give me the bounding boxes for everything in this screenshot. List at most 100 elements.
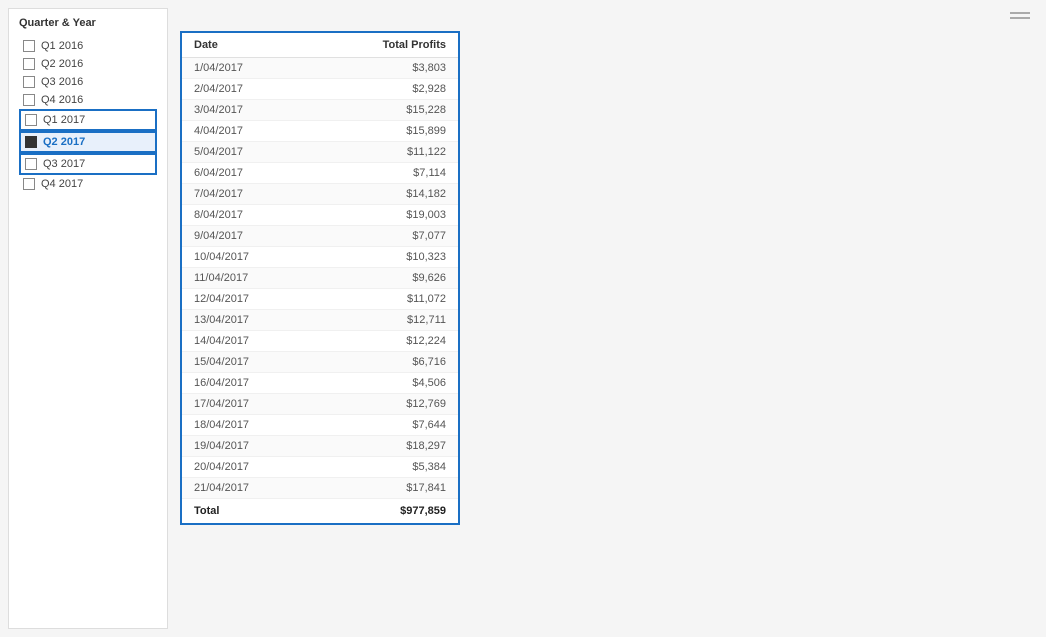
label-q2-2017: Q2 2017 xyxy=(43,136,85,148)
cell-profit-5: $7,114 xyxy=(313,163,458,184)
cell-date-18: 19/04/2017 xyxy=(182,436,313,457)
cell-profit-0: $3,803 xyxy=(313,58,458,79)
table-row: 13/04/2017$12,711 xyxy=(182,310,458,331)
checkbox-q4-2017[interactable] xyxy=(23,178,35,190)
cell-profit-9: $10,323 xyxy=(313,247,458,268)
cell-profit-6: $14,182 xyxy=(313,184,458,205)
col-date-header: Date xyxy=(182,33,313,58)
cell-date-3: 4/04/2017 xyxy=(182,121,313,142)
checkbox-q1-2017[interactable] xyxy=(25,114,37,126)
checkbox-q2-2016[interactable] xyxy=(23,58,35,70)
checkbox-q4-2016[interactable] xyxy=(23,94,35,106)
table-row: 2/04/2017$2,928 xyxy=(182,79,458,100)
cell-profit-20: $17,841 xyxy=(313,478,458,499)
table-row: 19/04/2017$18,297 xyxy=(182,436,458,457)
sidebar-panel: Quarter & Year Q1 2016 Q2 2016 Q3 2016 Q4 2… xyxy=(8,8,168,629)
cell-profit-15: $4,506 xyxy=(313,373,458,394)
cell-profit-2: $15,228 xyxy=(313,100,458,121)
cell-profit-14: $6,716 xyxy=(313,352,458,373)
cell-date-4: 5/04/2017 xyxy=(182,142,313,163)
checkbox-q1-2016[interactable] xyxy=(23,40,35,52)
cell-date-15: 16/04/2017 xyxy=(182,373,313,394)
table-total-row: Total $977,859 xyxy=(182,499,458,524)
cell-date-13: 14/04/2017 xyxy=(182,331,313,352)
table-row: 12/04/2017$11,072 xyxy=(182,289,458,310)
table-body: 1/04/2017$3,8032/04/2017$2,9283/04/2017$… xyxy=(182,58,458,499)
cell-profit-7: $19,003 xyxy=(313,205,458,226)
drag-line-1 xyxy=(1010,12,1030,14)
cell-date-5: 6/04/2017 xyxy=(182,163,313,184)
cell-date-2: 3/04/2017 xyxy=(182,100,313,121)
data-table: Date Total Profits 1/04/2017$3,8032/04/2… xyxy=(182,33,458,523)
top-bar xyxy=(180,8,1038,23)
total-label: Total xyxy=(182,499,313,524)
sidebar-title: Quarter & Year xyxy=(19,17,157,29)
table-row: 1/04/2017$3,803 xyxy=(182,58,458,79)
sidebar-item-q3-2016[interactable]: Q3 2016 xyxy=(19,73,157,91)
label-q3-2016: Q3 2016 xyxy=(41,76,83,88)
cell-profit-17: $7,644 xyxy=(313,415,458,436)
cell-date-17: 18/04/2017 xyxy=(182,415,313,436)
table-row: 5/04/2017$11,122 xyxy=(182,142,458,163)
sidebar-item-q2-2017[interactable]: Q2 2017 xyxy=(19,131,157,153)
label-q1-2016: Q1 2016 xyxy=(41,40,83,52)
col-profits-header: Total Profits xyxy=(313,33,458,58)
table-header-row: Date Total Profits xyxy=(182,33,458,58)
cell-date-10: 11/04/2017 xyxy=(182,268,313,289)
page-container: Quarter & Year Q1 2016 Q2 2016 Q3 2016 Q4 2… xyxy=(0,0,1046,637)
cell-profit-3: $15,899 xyxy=(313,121,458,142)
label-q2-2016: Q2 2016 xyxy=(41,58,83,70)
table-row: 4/04/2017$15,899 xyxy=(182,121,458,142)
drag-line-2 xyxy=(1010,17,1030,19)
table-row: 11/04/2017$9,626 xyxy=(182,268,458,289)
cell-date-6: 7/04/2017 xyxy=(182,184,313,205)
sidebar-item-q2-2016[interactable]: Q2 2016 xyxy=(19,55,157,73)
label-q3-2017: Q3 2017 xyxy=(43,158,85,170)
table-row: 14/04/2017$12,224 xyxy=(182,331,458,352)
cell-profit-19: $5,384 xyxy=(313,457,458,478)
sidebar-item-q1-2016[interactable]: Q1 2016 xyxy=(19,37,157,55)
table-row: 17/04/2017$12,769 xyxy=(182,394,458,415)
cell-date-7: 8/04/2017 xyxy=(182,205,313,226)
cell-date-8: 9/04/2017 xyxy=(182,226,313,247)
cell-date-12: 13/04/2017 xyxy=(182,310,313,331)
label-q4-2016: Q4 2016 xyxy=(41,94,83,106)
table-row: 15/04/2017$6,716 xyxy=(182,352,458,373)
cell-profit-10: $9,626 xyxy=(313,268,458,289)
label-q1-2017: Q1 2017 xyxy=(43,114,85,126)
total-value: $977,859 xyxy=(313,499,458,524)
table-row: 18/04/2017$7,644 xyxy=(182,415,458,436)
sidebar-item-q4-2017[interactable]: Q4 2017 xyxy=(19,175,157,193)
sidebar-item-q4-2016[interactable]: Q4 2016 xyxy=(19,91,157,109)
sidebar-item-q3-2017[interactable]: Q3 2017 xyxy=(19,153,157,175)
checkbox-q3-2017[interactable] xyxy=(25,158,37,170)
sidebar-item-q1-2017[interactable]: Q1 2017 xyxy=(19,109,157,131)
cell-profit-13: $12,224 xyxy=(313,331,458,352)
cell-date-9: 10/04/2017 xyxy=(182,247,313,268)
cell-date-14: 15/04/2017 xyxy=(182,352,313,373)
table-row: 9/04/2017$7,077 xyxy=(182,226,458,247)
table-row: 21/04/2017$17,841 xyxy=(182,478,458,499)
drag-handle[interactable] xyxy=(1010,12,1030,19)
checkbox-q3-2016[interactable] xyxy=(23,76,35,88)
table-row: 20/04/2017$5,384 xyxy=(182,457,458,478)
table-row: 3/04/2017$15,228 xyxy=(182,100,458,121)
cell-date-1: 2/04/2017 xyxy=(182,79,313,100)
cell-profit-12: $12,711 xyxy=(313,310,458,331)
checkbox-q2-2017[interactable] xyxy=(25,136,37,148)
table-row: 16/04/2017$4,506 xyxy=(182,373,458,394)
table-row: 8/04/2017$19,003 xyxy=(182,205,458,226)
cell-profit-4: $11,122 xyxy=(313,142,458,163)
cell-date-11: 12/04/2017 xyxy=(182,289,313,310)
cell-profit-16: $12,769 xyxy=(313,394,458,415)
table-row: 7/04/2017$14,182 xyxy=(182,184,458,205)
cell-profit-1: $2,928 xyxy=(313,79,458,100)
table-row: 10/04/2017$10,323 xyxy=(182,247,458,268)
sidebar-items-list: Q1 2016 Q2 2016 Q3 2016 Q4 2016 Q1 2017 Q2 20… xyxy=(19,37,157,193)
cell-profit-18: $18,297 xyxy=(313,436,458,457)
cell-profit-11: $11,072 xyxy=(313,289,458,310)
label-q4-2017: Q4 2017 xyxy=(41,178,83,190)
cell-date-0: 1/04/2017 xyxy=(182,58,313,79)
table-panel: Date Total Profits 1/04/2017$3,8032/04/2… xyxy=(180,31,460,525)
cell-date-20: 21/04/2017 xyxy=(182,478,313,499)
